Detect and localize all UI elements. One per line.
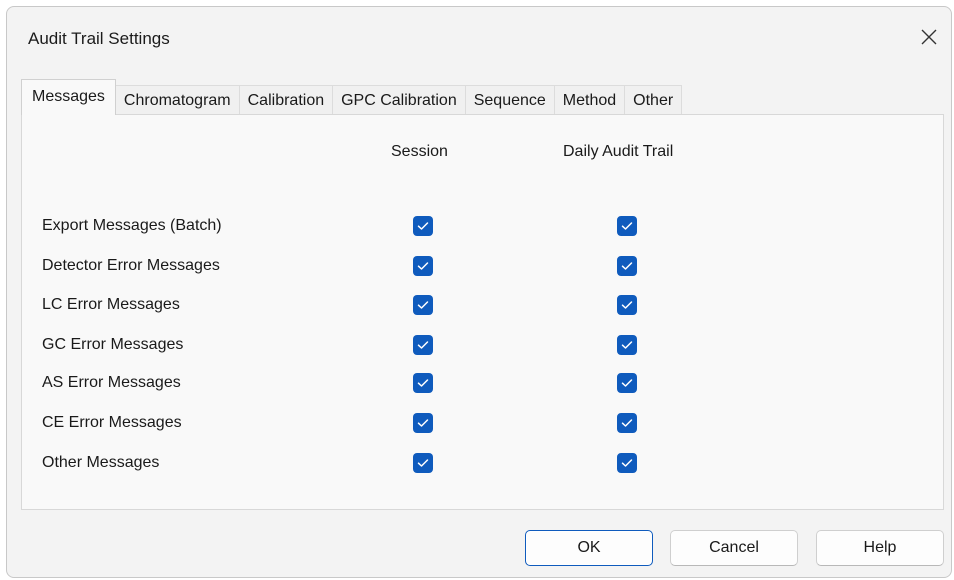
tab-calibration[interactable]: Calibration [238, 85, 334, 115]
row-label-as-error: AS Error Messages [42, 374, 181, 391]
session-column-header: Session [391, 143, 448, 160]
row-label-gc-error: GC Error Messages [42, 336, 184, 353]
checkmark-icon [621, 419, 633, 427]
messages-panel: Session Daily Audit Trail Export Message… [21, 114, 944, 510]
daily-checkbox-detector-error[interactable] [617, 256, 637, 276]
row-label-ce-error: CE Error Messages [42, 414, 182, 431]
row-label-other-messages: Other Messages [42, 454, 160, 471]
session-checkbox-lc-error[interactable] [413, 295, 433, 315]
session-checkbox-export-messages[interactable] [413, 216, 433, 236]
daily-checkbox-gc-error[interactable] [617, 335, 637, 355]
cancel-button[interactable]: Cancel [670, 530, 798, 566]
checkmark-icon [621, 341, 633, 349]
row-label-lc-error: LC Error Messages [42, 296, 180, 313]
session-checkbox-other-messages[interactable] [413, 453, 433, 473]
tab-chromatogram[interactable]: Chromatogram [114, 85, 240, 115]
tab-strip: Messages Chromatogram Calibration GPC Ca… [21, 79, 683, 115]
checkmark-icon [621, 379, 633, 387]
checkmark-icon [621, 222, 633, 230]
ok-button[interactable]: OK [525, 530, 653, 566]
daily-checkbox-other-messages[interactable] [617, 453, 637, 473]
daily-checkbox-export-messages[interactable] [617, 216, 637, 236]
checkmark-icon [417, 222, 429, 230]
checkmark-icon [417, 379, 429, 387]
help-button[interactable]: Help [816, 530, 944, 566]
session-checkbox-as-error[interactable] [413, 373, 433, 393]
session-checkbox-detector-error[interactable] [413, 256, 433, 276]
close-icon [921, 29, 937, 45]
tab-gpc-calibration[interactable]: GPC Calibration [332, 85, 466, 115]
dialog-title: Audit Trail Settings [28, 29, 170, 48]
checkmark-icon [621, 459, 633, 467]
checkmark-icon [417, 301, 429, 309]
daily-audit-trail-column-header: Daily Audit Trail [563, 143, 674, 160]
session-checkbox-ce-error[interactable] [413, 413, 433, 433]
checkmark-icon [417, 341, 429, 349]
daily-checkbox-ce-error[interactable] [617, 413, 637, 433]
close-button[interactable] [909, 17, 949, 57]
tab-messages[interactable]: Messages [21, 79, 116, 115]
row-label-export-messages: Export Messages (Batch) [42, 217, 222, 234]
checkmark-icon [621, 262, 633, 270]
checkmark-icon [417, 459, 429, 467]
daily-checkbox-lc-error[interactable] [617, 295, 637, 315]
daily-checkbox-as-error[interactable] [617, 373, 637, 393]
tab-other[interactable]: Other [624, 85, 683, 115]
tab-method[interactable]: Method [553, 85, 626, 115]
checkmark-icon [621, 301, 633, 309]
checkmark-icon [417, 419, 429, 427]
session-checkbox-gc-error[interactable] [413, 335, 433, 355]
row-label-detector-error: Detector Error Messages [42, 257, 220, 274]
tab-sequence[interactable]: Sequence [464, 85, 555, 115]
checkmark-icon [417, 262, 429, 270]
